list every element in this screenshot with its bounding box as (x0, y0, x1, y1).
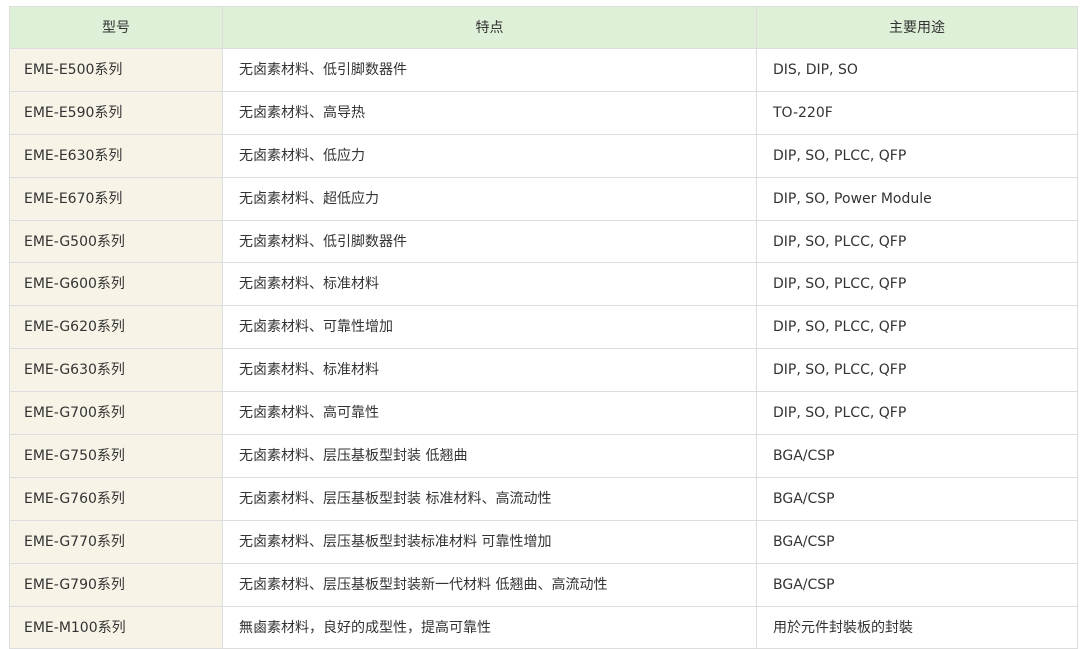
table-row: EME-G760系列 无卤素材料、层压基板型封装 标准材料、高流动性 BGA/C… (9, 476, 1078, 521)
features-cell: 无卤素材料、低应力 (222, 133, 757, 178)
table-row: EME-G630系列 无卤素材料、标准材料 DIP, SO, PLCC, QFP (9, 348, 1078, 393)
model-cell: EME-G770系列 (9, 519, 223, 564)
main-use-cell: DIS, DIP, SO (756, 48, 1078, 92)
header-features: 特点 (222, 6, 757, 49)
features-cell: 无卤素材料、高导热 (222, 90, 757, 135)
main-use-cell: DIP, SO, PLCC, QFP (756, 305, 1078, 350)
main-use-cell: DIP, SO, PLCC, QFP (756, 262, 1078, 307)
table-row: EME-G600系列 无卤素材料、标准材料 DIP, SO, PLCC, QFP (9, 262, 1078, 307)
main-use-cell: BGA/CSP (756, 562, 1078, 607)
header-main-use: 主要用途 (756, 6, 1078, 49)
model-cell: EME-G630系列 (9, 348, 223, 393)
features-cell: 无卤素材料、标准材料 (222, 262, 757, 307)
features-cell: 无卤素材料、标准材料 (222, 348, 757, 393)
table-row: EME-G700系列 无卤素材料、高可靠性 DIP, SO, PLCC, QFP (9, 391, 1078, 436)
main-use-cell: DIP, SO, PLCC, QFP (756, 348, 1078, 393)
main-use-cell: BGA/CSP (756, 434, 1078, 478)
model-cell: EME-E500系列 (9, 48, 223, 92)
table-row: EME-G790系列 无卤素材料、层压基板型封装新一代材料 低翘曲、高流动性 B… (9, 562, 1078, 607)
features-cell: 无卤素材料、低引脚数器件 (222, 48, 757, 92)
features-cell: 无卤素材料、高可靠性 (222, 391, 757, 436)
main-use-cell: DIP, SO, PLCC, QFP (756, 133, 1078, 178)
model-cell: EME-G790系列 (9, 562, 223, 607)
table-row: EME-G750系列 无卤素材料、层压基板型封装 低翘曲 BGA/CSP (9, 434, 1078, 478)
model-cell: EME-G500系列 (9, 219, 223, 264)
features-cell: 无卤素材料、层压基板型封装 低翘曲 (222, 434, 757, 478)
features-cell: 无卤素材料、低引脚数器件 (222, 219, 757, 264)
model-cell: EME-E590系列 (9, 90, 223, 135)
features-cell: 無鹵素材料，良好的成型性，提高可靠性 (222, 605, 757, 649)
main-use-cell: DIP, SO, Power Module (756, 176, 1078, 221)
main-use-cell: DIP, SO, PLCC, QFP (756, 219, 1078, 264)
table-row: EME-G620系列 无卤素材料、可靠性增加 DIP, SO, PLCC, QF… (9, 305, 1078, 350)
model-cell: EME-G620系列 (9, 305, 223, 350)
model-cell: EME-G750系列 (9, 434, 223, 478)
table-header-row: 型号 特点 主要用途 (9, 6, 1078, 49)
features-cell: 无卤素材料、层压基板型封装新一代材料 低翘曲、高流动性 (222, 562, 757, 607)
main-use-cell: BGA/CSP (756, 476, 1078, 521)
model-cell: EME-M100系列 (9, 605, 223, 649)
model-cell: EME-G700系列 (9, 391, 223, 436)
model-cell: EME-G600系列 (9, 262, 223, 307)
main-use-cell: DIP, SO, PLCC, QFP (756, 391, 1078, 436)
features-cell: 无卤素材料、超低应力 (222, 176, 757, 221)
main-use-cell: TO-220F (756, 90, 1078, 135)
table-row: EME-E630系列 无卤素材料、低应力 DIP, SO, PLCC, QFP (9, 133, 1078, 178)
table-row: EME-E500系列 无卤素材料、低引脚数器件 DIS, DIP, SO (9, 48, 1078, 92)
model-cell: EME-E630系列 (9, 133, 223, 178)
features-cell: 无卤素材料、可靠性增加 (222, 305, 757, 350)
table-row: EME-E590系列 无卤素材料、高导热 TO-220F (9, 90, 1078, 135)
table-row: EME-G500系列 无卤素材料、低引脚数器件 DIP, SO, PLCC, Q… (9, 219, 1078, 264)
product-table-container: 型号 特点 主要用途 EME-E500系列 无卤素材料、低引脚数器件 DIS, … (9, 6, 1078, 649)
model-cell: EME-E670系列 (9, 176, 223, 221)
table-row: EME-G770系列 无卤素材料、层压基板型封装标准材料 可靠性增加 BGA/C… (9, 519, 1078, 564)
features-cell: 无卤素材料、层压基板型封装 标准材料、高流动性 (222, 476, 757, 521)
model-cell: EME-G760系列 (9, 476, 223, 521)
table-row: EME-M100系列 無鹵素材料，良好的成型性，提高可靠性 用於元件封裝板的封裝 (9, 605, 1078, 649)
product-spec-table: 型号 特点 主要用途 EME-E500系列 无卤素材料、低引脚数器件 DIS, … (9, 6, 1078, 649)
header-model: 型号 (9, 6, 223, 49)
table-row: EME-E670系列 无卤素材料、超低应力 DIP, SO, Power Mod… (9, 176, 1078, 221)
features-cell: 无卤素材料、层压基板型封装标准材料 可靠性增加 (222, 519, 757, 564)
main-use-cell: BGA/CSP (756, 519, 1078, 564)
main-use-cell: 用於元件封裝板的封裝 (756, 605, 1078, 649)
